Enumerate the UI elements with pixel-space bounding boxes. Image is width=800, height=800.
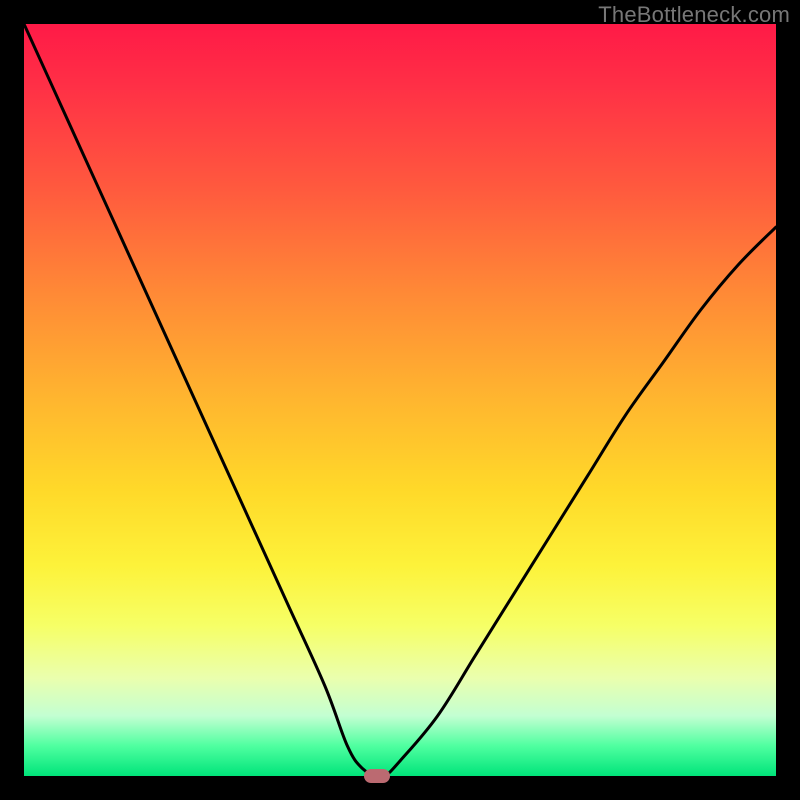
curve-path	[24, 24, 776, 778]
chart-plot-area	[24, 24, 776, 776]
bottleneck-curve	[24, 24, 776, 776]
minimum-marker	[364, 769, 390, 783]
